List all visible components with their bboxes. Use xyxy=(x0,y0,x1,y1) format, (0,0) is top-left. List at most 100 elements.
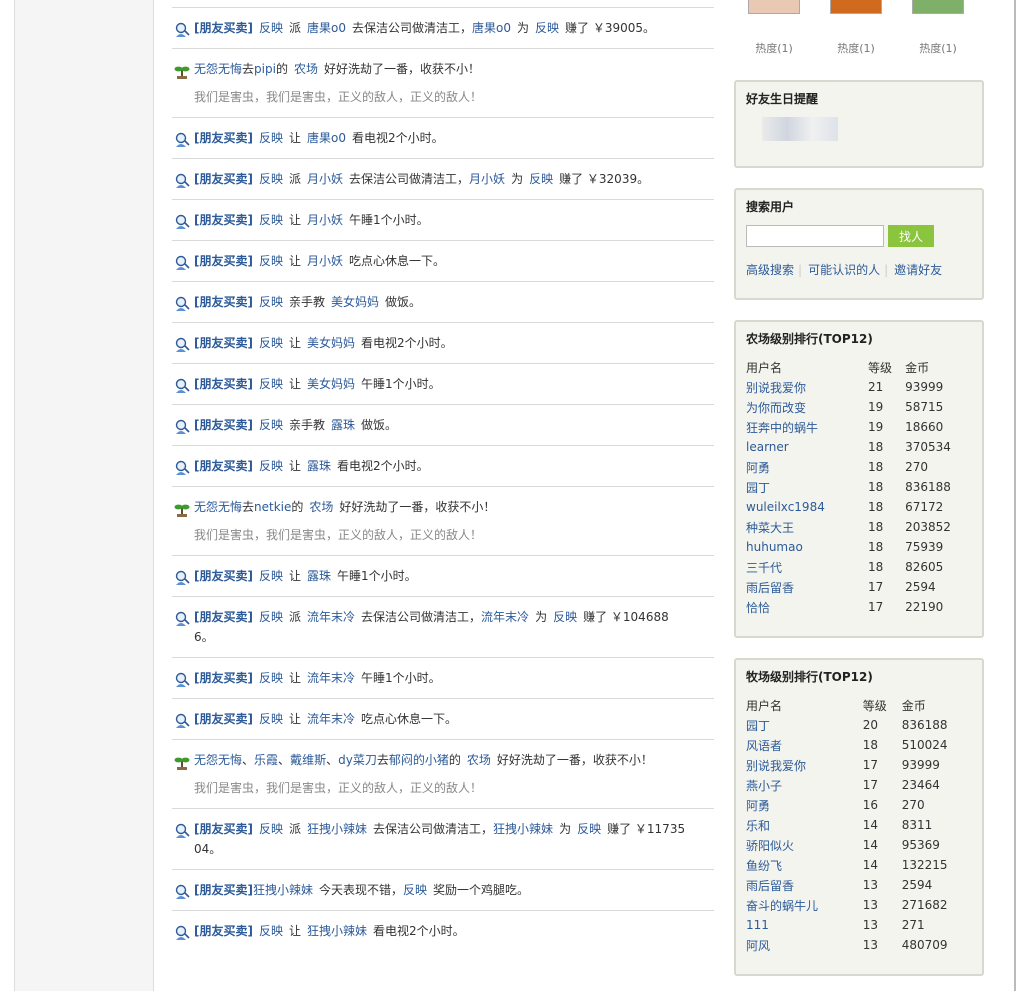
user-link[interactable]: 别说我爱你 xyxy=(746,755,863,775)
user-link[interactable]: 反映 xyxy=(259,21,283,35)
user-link[interactable]: 阿风 xyxy=(746,935,863,955)
user-link[interactable]: 反映 xyxy=(259,172,283,186)
search-button[interactable]: 找人 xyxy=(888,225,934,247)
user-link[interactable]: 反映 xyxy=(259,418,283,432)
user-link[interactable]: 恰恰 xyxy=(746,597,868,617)
user-link[interactable]: 奋斗的蜗牛儿 xyxy=(746,895,863,915)
user-link[interactable]: 唐果o0 xyxy=(307,21,346,35)
trade-tag[interactable]: [朋友买卖] xyxy=(194,336,253,350)
user-link[interactable]: 无怨无悔 xyxy=(194,62,242,76)
user-link[interactable]: 别说我爱你 xyxy=(746,377,868,397)
user-link[interactable]: 美女妈妈 xyxy=(307,336,355,350)
user-link[interactable]: 反映 xyxy=(259,924,283,938)
trade-tag[interactable]: [朋友买卖] xyxy=(194,459,253,473)
user-link[interactable]: 反映 xyxy=(535,21,559,35)
user-link[interactable]: 狂拽小辣妹 xyxy=(307,822,367,836)
avatar[interactable] xyxy=(912,0,964,14)
user-link[interactable]: 鱼纷飞 xyxy=(746,855,863,875)
user-link[interactable]: 风语者 xyxy=(746,735,863,755)
user-link[interactable]: learner xyxy=(746,437,868,457)
user-link[interactable]: 月小妖 xyxy=(469,172,505,186)
user-link[interactable]: 月小妖 xyxy=(307,213,343,227)
user-link[interactable]: 唐果o0 xyxy=(307,131,346,145)
user-link[interactable]: 露珠 xyxy=(307,459,331,473)
user-link[interactable]: 反映 xyxy=(259,213,283,227)
user-link[interactable]: 反映 xyxy=(259,822,283,836)
user-link[interactable]: 乐霞 xyxy=(254,753,278,767)
user-link[interactable]: 园丁 xyxy=(746,715,863,735)
trade-tag[interactable]: [朋友买卖] xyxy=(194,213,253,227)
user-link[interactable]: 骄阳似火 xyxy=(746,835,863,855)
user-link[interactable]: huhumao xyxy=(746,537,868,557)
user-link[interactable]: 园丁 xyxy=(746,477,868,497)
user-link[interactable]: 反映 xyxy=(553,610,577,624)
trade-tag[interactable]: [朋友买卖] xyxy=(194,569,253,583)
user-link[interactable]: 露珠 xyxy=(331,418,355,432)
user-link[interactable]: 无怨无悔 xyxy=(194,753,242,767)
people-you-may-know-link[interactable]: 可能认识的人 xyxy=(808,263,880,277)
user-link[interactable]: 燕小子 xyxy=(746,775,863,795)
user-link[interactable]: 流年末冷 xyxy=(307,610,355,624)
user-link[interactable]: 农场 xyxy=(294,62,318,76)
user-link[interactable]: 流年末冷 xyxy=(481,610,529,624)
user-link[interactable]: 农场 xyxy=(467,753,491,767)
user-link[interactable]: 反映 xyxy=(259,377,283,391)
user-link[interactable]: 111 xyxy=(746,915,863,935)
user-link[interactable]: 反映 xyxy=(259,712,283,726)
user-link[interactable]: 阿勇 xyxy=(746,795,863,815)
user-link[interactable]: 反映 xyxy=(259,254,283,268)
user-link[interactable]: 阿勇 xyxy=(746,457,868,477)
user-link[interactable]: 为你而改变 xyxy=(746,397,868,417)
user-link[interactable]: 流年末冷 xyxy=(307,712,355,726)
user-link[interactable]: 郁闷的小猪 xyxy=(389,753,449,767)
user-link[interactable]: 反映 xyxy=(529,172,553,186)
user-link[interactable]: 反映 xyxy=(259,610,283,624)
trade-tag[interactable]: [朋友买卖] xyxy=(194,671,253,685)
user-link[interactable]: 美女妈妈 xyxy=(331,295,379,309)
user-link[interactable]: 雨后留香 xyxy=(746,875,863,895)
user-link[interactable]: 雨后留香 xyxy=(746,577,868,597)
user-link[interactable]: 月小妖 xyxy=(307,254,343,268)
advanced-search-link[interactable]: 高级搜索 xyxy=(746,263,794,277)
user-link[interactable]: 露珠 xyxy=(307,569,331,583)
user-link[interactable]: 无怨无悔 xyxy=(194,500,242,514)
user-link[interactable]: 反映 xyxy=(259,336,283,350)
user-link[interactable]: netkie xyxy=(254,500,291,514)
trade-tag[interactable]: [朋友买卖] xyxy=(194,712,253,726)
trade-tag[interactable]: [朋友买卖] xyxy=(194,924,253,938)
user-link[interactable]: 反映 xyxy=(259,569,283,583)
user-link[interactable]: 美女妈妈 xyxy=(307,377,355,391)
user-link[interactable]: 反映 xyxy=(577,822,601,836)
user-link[interactable]: 农场 xyxy=(309,500,333,514)
user-link[interactable]: 狂拽小辣妹 xyxy=(253,883,313,897)
trade-tag[interactable]: [朋友买卖] xyxy=(194,254,253,268)
trade-tag[interactable]: [朋友买卖] xyxy=(194,377,253,391)
trade-tag[interactable]: [朋友买卖] xyxy=(194,883,253,897)
user-link[interactable]: 反映 xyxy=(259,459,283,473)
user-link[interactable]: pipi xyxy=(254,62,276,76)
user-link[interactable]: 狂拽小辣妹 xyxy=(493,822,553,836)
user-link[interactable]: 狂拽小辣妹 xyxy=(307,924,367,938)
trade-tag[interactable]: [朋友买卖] xyxy=(194,610,253,624)
user-link[interactable]: 种菜大王 xyxy=(746,517,868,537)
user-link[interactable]: dy菜刀 xyxy=(338,753,377,767)
user-link[interactable]: 反映 xyxy=(259,131,283,145)
trade-tag[interactable]: [朋友买卖] xyxy=(194,418,253,432)
user-link[interactable]: 狂奔中的蜗牛 xyxy=(746,417,868,437)
user-link[interactable]: wuleilxc1984 xyxy=(746,497,868,517)
avatar[interactable] xyxy=(748,0,800,14)
user-link[interactable]: 乐和 xyxy=(746,815,863,835)
user-link[interactable]: 三千代 xyxy=(746,557,868,577)
trade-tag[interactable]: [朋友买卖] xyxy=(194,172,253,186)
user-link[interactable]: 戴维斯 xyxy=(290,753,326,767)
user-link[interactable]: 反映 xyxy=(259,295,283,309)
user-link[interactable]: 唐果o0 xyxy=(472,21,511,35)
trade-tag[interactable]: [朋友买卖] xyxy=(194,21,253,35)
trade-tag[interactable]: [朋友买卖] xyxy=(194,295,253,309)
trade-tag[interactable]: [朋友买卖] xyxy=(194,131,253,145)
user-link[interactable]: 流年末冷 xyxy=(307,671,355,685)
user-link[interactable]: 月小妖 xyxy=(307,172,343,186)
avatar[interactable] xyxy=(830,0,882,14)
search-input[interactable] xyxy=(746,225,884,247)
trade-tag[interactable]: [朋友买卖] xyxy=(194,822,253,836)
